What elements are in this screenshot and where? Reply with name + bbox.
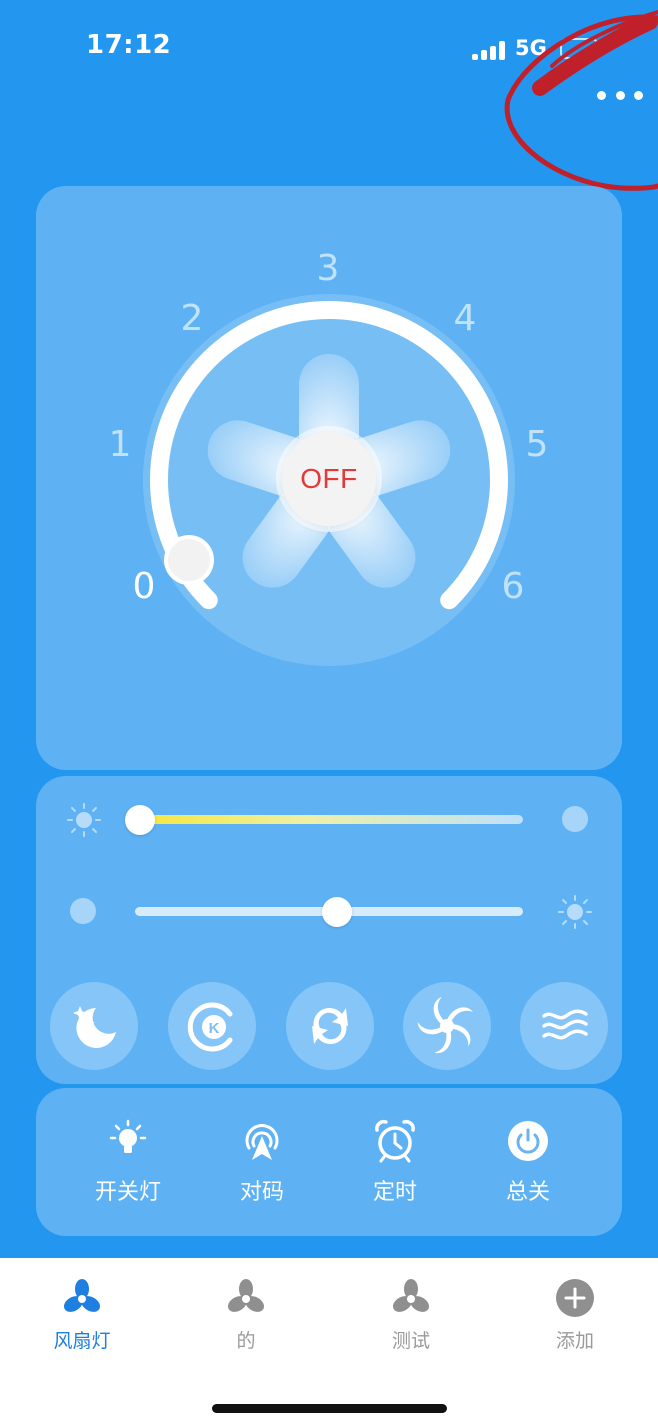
sleep-mode-button[interactable] bbox=[50, 982, 138, 1070]
bottom-tab-bar: 风扇灯 的 测试 添加 bbox=[0, 1258, 658, 1427]
tab-label: 的 bbox=[236, 1330, 256, 1352]
fan-icon bbox=[63, 1279, 101, 1312]
power-off-button[interactable]: OFF bbox=[282, 432, 376, 526]
tab-add[interactable]: 添加 bbox=[525, 1278, 625, 1353]
swing-mode-button[interactable] bbox=[403, 982, 491, 1070]
speed-label-6: 6 bbox=[501, 566, 525, 607]
speed-label-5: 5 bbox=[525, 424, 549, 465]
fan-icon bbox=[227, 1279, 265, 1312]
tab-label: 测试 bbox=[391, 1330, 430, 1352]
tab-label: 添加 bbox=[555, 1330, 594, 1352]
moon-stars-icon bbox=[73, 1006, 116, 1048]
tab-test[interactable]: 测试 bbox=[361, 1278, 461, 1353]
tab-device-2[interactable]: 的 bbox=[196, 1278, 296, 1353]
sun-icon bbox=[558, 895, 592, 929]
action-label: 定时 bbox=[372, 1180, 417, 1205]
brightness-thumb[interactable] bbox=[322, 897, 352, 927]
more-options-button[interactable] bbox=[592, 82, 648, 108]
color-temperature-thumb[interactable] bbox=[125, 805, 155, 835]
kelvin-icon: K bbox=[187, 1002, 233, 1052]
timer-button[interactable]: 定时 bbox=[340, 1118, 450, 1206]
home-indicator bbox=[212, 1404, 447, 1413]
action-label: 开关灯 bbox=[94, 1180, 161, 1205]
color-temp-mode-button[interactable]: K bbox=[168, 982, 256, 1070]
speed-label-3: 3 bbox=[316, 248, 340, 289]
svg-text:K: K bbox=[209, 1020, 220, 1037]
sun-icon bbox=[67, 803, 101, 837]
refresh-icon bbox=[312, 1007, 348, 1045]
pairing-icon bbox=[245, 1124, 279, 1160]
natural-wind-button[interactable] bbox=[520, 982, 608, 1070]
action-label: 对码 bbox=[239, 1180, 284, 1205]
bulb-icon bbox=[109, 1119, 147, 1153]
reverse-mode-button[interactable] bbox=[286, 982, 374, 1070]
tab-fan-light[interactable]: 风扇灯 bbox=[32, 1278, 132, 1353]
signal-icon bbox=[472, 40, 506, 60]
status-time: 17:12 bbox=[86, 30, 172, 60]
speed-label-1: 1 bbox=[108, 424, 132, 465]
status-bar: 17:12 5G bbox=[0, 0, 658, 100]
dot-icon bbox=[562, 806, 588, 832]
speed-dial-knob[interactable] bbox=[168, 539, 210, 581]
more-dot-icon bbox=[634, 90, 643, 100]
color-temperature-slider[interactable] bbox=[135, 815, 523, 824]
add-icon bbox=[556, 1279, 594, 1317]
pair-button[interactable]: 对码 bbox=[207, 1118, 317, 1206]
speed-label-2: 2 bbox=[180, 298, 204, 339]
alarm-clock-icon bbox=[375, 1119, 415, 1163]
fan-icon bbox=[392, 1279, 430, 1312]
swirl-fan-icon bbox=[417, 996, 473, 1054]
master-off-button[interactable]: 总关 bbox=[473, 1118, 583, 1206]
more-dot-icon bbox=[615, 90, 625, 100]
network-type: 5G bbox=[515, 36, 547, 60]
battery-icon bbox=[560, 38, 598, 59]
dot-icon bbox=[70, 898, 96, 924]
power-icon bbox=[508, 1121, 548, 1161]
tab-label: 风扇灯 bbox=[53, 1330, 111, 1352]
more-dot-icon bbox=[597, 90, 606, 100]
speed-label-0: 0 bbox=[132, 566, 156, 607]
action-label: 总关 bbox=[505, 1180, 550, 1205]
speed-label-4: 4 bbox=[453, 298, 477, 339]
natural-wind-icon bbox=[542, 1009, 588, 1040]
light-toggle-button[interactable]: 开关灯 bbox=[73, 1118, 183, 1206]
